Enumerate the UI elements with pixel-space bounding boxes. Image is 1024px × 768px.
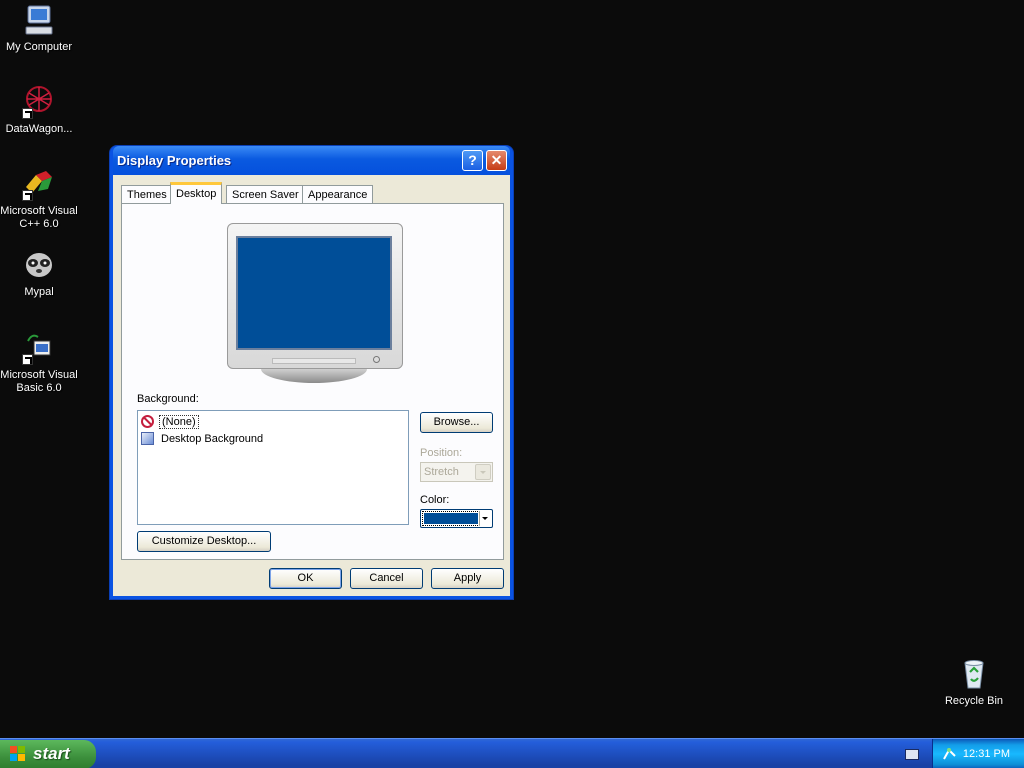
tab-desktop[interactable]: Desktop [170,182,223,204]
desktop-icon-recycle-bin[interactable]: Recycle Bin [935,657,1013,708]
dialog-titlebar[interactable]: Display Properties ? ✕ [113,146,510,175]
monitor-power-icon [373,356,380,363]
monitor-stand [261,369,367,383]
desktop-icon-label: DataWagon... [5,123,73,135]
desktop-icon-label: Mypal [24,286,54,298]
windows-logo-icon [10,746,27,763]
desktop-icon-my-computer[interactable]: My Computer [0,3,78,54]
ok-button[interactable]: OK [269,568,342,589]
recycle-bin-icon [957,657,991,691]
desktop-icon-label: Microsoft Visual C++ 6.0 [0,205,78,230]
start-label: start [33,744,70,763]
list-item-label: (None) [159,414,199,429]
clock[interactable]: 12:31 PM [963,748,1010,760]
dialog-title: Display Properties [117,153,232,168]
monitor-preview [227,223,403,369]
start-button[interactable]: start [0,740,96,768]
shortcut-arrow-icon [22,190,33,201]
desktop-icon-label: Microsoft Visual Basic 6.0 [0,369,78,394]
network-icon[interactable] [942,746,957,761]
system-tray: 12:31 PM [932,739,1024,768]
dialog-client-area: Themes Desktop Screen Saver Appearance B… [113,175,510,596]
position-value: Stretch [424,466,459,478]
customize-desktop-button[interactable]: Customize Desktop... [137,531,271,552]
monitor-slot [272,358,356,364]
taskbar: start 12:31 PM [0,738,1024,768]
tab-screen-saver[interactable]: Screen Saver [226,185,305,204]
color-label: Color: [420,494,450,506]
image-file-icon [141,432,154,445]
list-item[interactable]: Desktop Background [141,430,405,447]
browse-button[interactable]: Browse... [420,412,493,433]
desktop-tab-panel: Background: (None) Desktop Background Br… [121,203,504,560]
help-button[interactable]: ? [462,150,483,171]
tab-themes[interactable]: Themes [121,185,173,204]
raccoon-icon [22,248,56,282]
chevron-down-icon [475,464,491,480]
shortcut-arrow-icon [22,108,33,119]
my-computer-icon [22,3,56,37]
desktop-icon-visual-cpp[interactable]: Microsoft Visual C++ 6.0 [0,167,78,231]
desktop-icon-visual-basic[interactable]: Microsoft Visual Basic 6.0 [0,331,78,395]
list-item-label: Desktop Background [161,432,264,445]
close-button[interactable]: ✕ [486,150,507,171]
desktop-icon-label: My Computer [5,41,73,53]
visual-cpp-icon [22,167,56,201]
color-picker-button[interactable] [420,509,493,528]
desktop-icon-datawagon[interactable]: DataWagon... [0,85,78,136]
position-select: Stretch [420,462,493,482]
desktop-icon-label: Recycle Bin [944,695,1004,707]
list-item[interactable]: (None) [141,413,405,430]
position-label: Position: [420,447,463,459]
keyboard-icon[interactable] [905,749,919,760]
background-label: Background: [137,393,199,405]
monitor-screen-preview [236,236,392,350]
visual-basic-icon [22,331,56,365]
no-entry-icon [141,415,154,428]
display-properties-dialog: Display Properties ? ✕ Themes Desktop Sc… [110,146,513,599]
shortcut-arrow-icon [22,354,33,365]
desktop-icon-mypal[interactable]: Mypal [0,248,78,299]
apply-button[interactable]: Apply [431,568,504,589]
background-listbox[interactable]: (None) Desktop Background [137,410,409,525]
color-swatch [422,511,480,526]
datawagon-icon [22,85,56,119]
cancel-button[interactable]: Cancel [350,568,423,589]
chevron-down-icon [479,511,491,526]
tab-appearance[interactable]: Appearance [302,185,374,204]
